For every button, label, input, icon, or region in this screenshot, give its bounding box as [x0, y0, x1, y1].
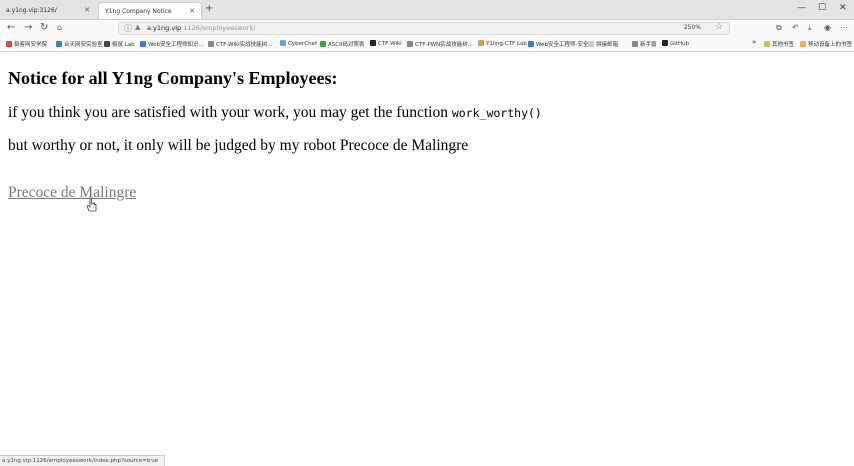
- bookmark-folder[interactable]: 其他书签: [764, 40, 794, 48]
- bookmark-item[interactable]: Y1ling-CTF Lab: [478, 40, 527, 47]
- address-bar[interactable]: ⓘ ▲ a.y1ng.vip:1126/employeeswork/ 250% …: [118, 22, 730, 35]
- minimize-icon[interactable]: —: [797, 3, 806, 13]
- function-name: work_worthy(): [451, 106, 542, 120]
- bookmark-item[interactable]: 拼接邮箱: [588, 40, 618, 48]
- bookmark-item[interactable]: 合天网安实验室: [56, 40, 103, 48]
- bookmark-item[interactable]: CTF-PWN实战技能树...: [407, 40, 473, 48]
- new-tab-icon[interactable]: +: [205, 3, 213, 14]
- home-icon[interactable]: ⌂: [57, 22, 62, 34]
- bookmark-icon: [588, 41, 594, 47]
- bookmark-icon: [104, 41, 110, 47]
- history-icon[interactable]: ↶: [792, 23, 799, 32]
- url-text: a.y1ng.vip:1126/employeeswork/: [147, 24, 256, 32]
- tab-label: a.y1ng.vip:3126/: [6, 7, 57, 14]
- window-close-icon[interactable]: ✕: [839, 3, 847, 13]
- tab-ctf-home[interactable]: a.y1ng.vip:3126/ ✕: [0, 2, 96, 19]
- folder-icon: [764, 41, 770, 47]
- bookmark-item[interactable]: 极鼠 Lab: [104, 40, 135, 48]
- notice-line-2: but worthy or not, it only will be judge…: [8, 137, 469, 154]
- extension-icon[interactable]: ⧉: [776, 23, 782, 33]
- account-icon[interactable]: ◉: [824, 23, 831, 32]
- close-icon[interactable]: ✕: [84, 6, 90, 14]
- tab-company-notice[interactable]: Y1ng Company Notice ✕: [98, 2, 202, 19]
- folder-icon: [800, 41, 806, 47]
- close-icon[interactable]: ✕: [189, 7, 195, 15]
- menu-icon[interactable]: ⋯: [840, 23, 848, 32]
- bookmark-icon: [6, 41, 12, 47]
- bookmark-icon: [528, 41, 534, 47]
- bookmark-item[interactable]: CTF-Wiki实战技能树...: [208, 40, 272, 48]
- bookmark-folder[interactable]: 移动设备上的书签: [800, 40, 852, 48]
- bookmarks-bar: 极客网安学院 合天网安实验室 极鼠 Lab Web安全工程师知识... CTF-…: [0, 37, 854, 52]
- bookmark-item[interactable]: 极客网安学院: [6, 40, 47, 48]
- robot-link[interactable]: Precoce de Malingre: [8, 184, 136, 202]
- bookmark-item[interactable]: GitHub: [662, 40, 689, 47]
- site-info-icon[interactable]: ⓘ: [124, 23, 132, 34]
- bookmark-item[interactable]: Web安全工程师-安全...: [528, 40, 594, 48]
- nav-toolbar: ← → ↻ ⌂ ⓘ ▲ a.y1ng.vip:1126/employeeswor…: [0, 20, 854, 37]
- bookmark-icon: [662, 40, 668, 46]
- bookmark-icon: [370, 40, 376, 46]
- bookmark-item[interactable]: Web安全工程师知识...: [140, 40, 204, 48]
- bookmark-icon: [280, 40, 286, 46]
- reload-icon[interactable]: ↻: [40, 22, 48, 34]
- bookmark-icon: [320, 41, 326, 47]
- tab-strip: a.y1ng.vip:3126/ ✕ Y1ng Company Notice ✕…: [0, 0, 854, 20]
- notice-text: if you think you are satisfied with your…: [8, 104, 452, 121]
- more-bookmarks-icon[interactable]: »: [752, 38, 756, 46]
- zoom-level[interactable]: 250%: [684, 24, 701, 31]
- forward-icon[interactable]: →: [24, 22, 32, 34]
- bookmark-icon: [478, 40, 484, 46]
- back-icon[interactable]: ←: [7, 22, 15, 34]
- bookmark-item[interactable]: ASCII码对照表: [320, 40, 364, 48]
- bookmark-item[interactable]: CyberChef: [280, 40, 317, 47]
- bookmark-icon: [407, 41, 413, 47]
- bookmark-icon: [140, 41, 146, 47]
- insecure-icon: ▲: [135, 23, 141, 31]
- hand-cursor-icon: [86, 197, 97, 212]
- bookmark-item[interactable]: CTF Wiki: [370, 40, 402, 47]
- bookmark-icon: [56, 41, 62, 47]
- downloads-icon[interactable]: ⤓: [808, 23, 812, 33]
- bookmark-icon: [632, 41, 638, 47]
- page-heading: Notice for all Y1ng Company's Employees:: [8, 68, 338, 88]
- tab-label: Y1ng Company Notice: [105, 8, 172, 15]
- maximize-icon[interactable]: ☐: [818, 3, 826, 13]
- bookmark-icon: [208, 41, 214, 47]
- bookmark-star-icon[interactable]: ☆: [715, 22, 723, 32]
- notice-line-1: if you think you are satisfied with your…: [8, 104, 542, 122]
- bookmark-item[interactable]: 新手篇: [632, 40, 657, 48]
- status-bar-url: a.y1ng.vip:1126/employeeswork/index.php?…: [0, 455, 166, 466]
